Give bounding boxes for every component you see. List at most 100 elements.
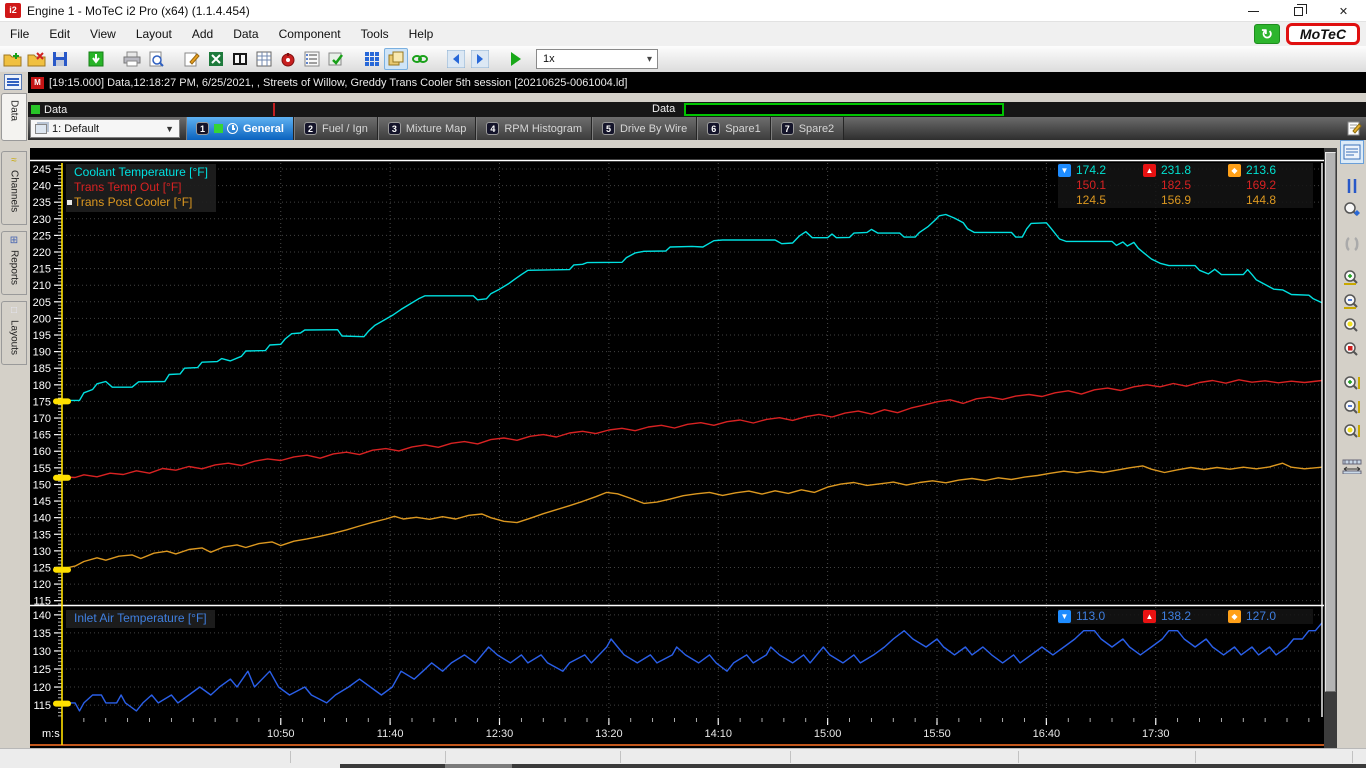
video-icon[interactable] xyxy=(228,48,252,70)
zoom-cursor-icon[interactable] xyxy=(1340,198,1364,222)
menu-edit[interactable]: Edit xyxy=(39,24,80,44)
lap-bar[interactable]: Data Data xyxy=(28,102,1366,117)
lap-marker xyxy=(273,103,275,116)
tab-label: Fuel / Ign xyxy=(322,123,368,135)
scrollbar-thumb[interactable] xyxy=(445,764,512,768)
tab-fuel-ign[interactable]: 2 Fuel / Ign xyxy=(294,117,378,140)
print-icon[interactable] xyxy=(120,48,144,70)
zoom-out-vertical-icon[interactable] xyxy=(1340,396,1364,420)
values-table-icon[interactable] xyxy=(252,48,276,70)
windows-grid-icon[interactable] xyxy=(360,48,384,70)
overlay-windows-icon[interactable] xyxy=(384,48,408,70)
data-swatch-icon xyxy=(31,105,40,114)
zoom-full-horizontal-icon[interactable] xyxy=(1340,338,1364,362)
legend-coolant[interactable]: Coolant Temperature [°F] xyxy=(74,165,208,180)
svg-text:165: 165 xyxy=(33,430,51,442)
tab-drive-by-wire[interactable]: 5 Drive By Wire xyxy=(592,117,697,140)
sidebar-item-label: Data xyxy=(9,100,20,121)
svg-text:m:s: m:s xyxy=(42,728,60,740)
horizontal-scrollbar[interactable] xyxy=(340,764,1366,768)
nav-back-icon[interactable] xyxy=(444,48,468,70)
display-mode-icon[interactable] xyxy=(1340,140,1364,164)
zoom-previous-icon[interactable] xyxy=(1340,232,1364,256)
cursor-marker-icon: ◆ xyxy=(1228,164,1241,177)
zoom-in-vertical-icon[interactable] xyxy=(1340,372,1364,396)
sidebar-item-label: Layouts xyxy=(9,320,20,355)
svg-text:145: 145 xyxy=(33,496,51,508)
menu-help[interactable]: Help xyxy=(399,24,444,44)
link-icon[interactable] xyxy=(408,48,432,70)
menu-component[interactable]: Component xyxy=(269,24,351,44)
chart-svg[interactable]: 10:5011:4012:3013:2014:1015:0015:5016:40… xyxy=(30,148,1324,748)
workbook-value: 1: Default xyxy=(52,123,99,135)
zoom-in-horizontal-icon[interactable] xyxy=(1340,266,1364,290)
cursor-marker-icon: ◆ xyxy=(1228,610,1241,623)
play-icon[interactable] xyxy=(504,48,528,70)
details-corner xyxy=(0,72,28,93)
alarms-icon[interactable] xyxy=(276,48,300,70)
tab-spare1[interactable]: 6 Spare1 xyxy=(697,117,770,140)
open-add-icon[interactable] xyxy=(0,48,24,70)
menu-view[interactable]: View xyxy=(80,24,126,44)
tab-general[interactable]: 1 General xyxy=(186,117,294,140)
legend-trans-post-cooler[interactable]: Trans Post Cooler [°F] xyxy=(74,195,208,210)
playback-speed-value: 1x xyxy=(543,53,555,65)
nav-forward-icon[interactable] xyxy=(468,48,492,70)
zoom-selection-vertical-icon[interactable] xyxy=(1340,420,1364,444)
menu-layout[interactable]: Layout xyxy=(126,24,182,44)
svg-text:13:20: 13:20 xyxy=(595,728,623,740)
excel-export-icon[interactable] xyxy=(204,48,228,70)
print-preview-icon[interactable] xyxy=(144,48,168,70)
properties-icon[interactable] xyxy=(300,48,324,70)
sidebar-item-reports[interactable]: ⊞ Reports xyxy=(1,231,27,295)
save-icon[interactable] xyxy=(48,48,72,70)
clock-icon xyxy=(227,123,238,134)
playback-speed-select[interactable]: 1x ▾ xyxy=(536,49,658,69)
measure-range-icon[interactable] xyxy=(1340,454,1364,478)
minimize-button[interactable] xyxy=(1231,0,1276,22)
zoom-out-horizontal-icon[interactable] xyxy=(1340,290,1364,314)
wave-icon: ≈ xyxy=(11,156,17,168)
scrollbar-thumb[interactable] xyxy=(1325,152,1336,692)
details-list-icon[interactable] xyxy=(4,74,22,90)
selected-channel-marker xyxy=(67,200,72,205)
tab-rpm-histogram[interactable]: 4 RPM Histogram xyxy=(476,117,592,140)
menu-tools[interactable]: Tools xyxy=(351,24,399,44)
svg-text:180: 180 xyxy=(33,380,51,392)
mid-chrome: Data Data 1: Default ▼ 1 General 2 xyxy=(28,93,1366,140)
export-icon[interactable] xyxy=(84,48,108,70)
svg-text:14:10: 14:10 xyxy=(704,728,732,740)
svg-text:230: 230 xyxy=(33,214,51,226)
legend-inlet-air[interactable]: Inlet Air Temperature [°F] xyxy=(74,611,207,626)
svg-text:175: 175 xyxy=(33,396,51,408)
min-marker-icon: ▼ xyxy=(1058,164,1071,177)
svg-text:140: 140 xyxy=(33,610,51,622)
menu-data[interactable]: Data xyxy=(223,24,268,44)
verify-icon[interactable] xyxy=(324,48,348,70)
cursors-icon[interactable] xyxy=(1340,174,1364,198)
sidebar-item-label: Channels xyxy=(9,170,20,212)
data-swatch-icon xyxy=(214,124,223,133)
sidebar-item-data[interactable]: Data xyxy=(1,93,27,141)
tab-mixture-map[interactable]: 3 Mixture Map xyxy=(378,117,477,140)
svg-text:15:50: 15:50 xyxy=(923,728,951,740)
sidebar-item-layouts[interactable]: □ Layouts xyxy=(1,301,27,365)
sidebar-item-label: Reports xyxy=(9,250,20,285)
edit-note-icon[interactable] xyxy=(1346,119,1362,142)
open-delete-icon[interactable] xyxy=(24,48,48,70)
sync-icon[interactable]: ↻ xyxy=(1254,24,1280,44)
legend-trans-temp-out[interactable]: Trans Temp Out [°F] xyxy=(74,180,208,195)
menu-add[interactable]: Add xyxy=(182,24,223,44)
zoom-selection-horizontal-icon[interactable] xyxy=(1340,314,1364,338)
restore-button[interactable] xyxy=(1276,0,1321,22)
tab-spare2[interactable]: 7 Spare2 xyxy=(771,117,844,140)
menu-file[interactable]: File xyxy=(0,24,39,44)
edit-details-icon[interactable] xyxy=(180,48,204,70)
display-range-box[interactable] xyxy=(684,103,1004,116)
workbook-select[interactable]: 1: Default ▼ xyxy=(30,119,180,138)
vertical-scrollbar[interactable] xyxy=(1324,148,1337,748)
time-distance-chart[interactable]: 10:5011:4012:3013:2014:1015:0015:5016:40… xyxy=(30,148,1324,748)
close-button[interactable]: ✕ xyxy=(1321,0,1366,22)
max-marker-icon: ▲ xyxy=(1143,610,1156,623)
sidebar-item-channels[interactable]: ≈ Channels xyxy=(1,151,27,225)
